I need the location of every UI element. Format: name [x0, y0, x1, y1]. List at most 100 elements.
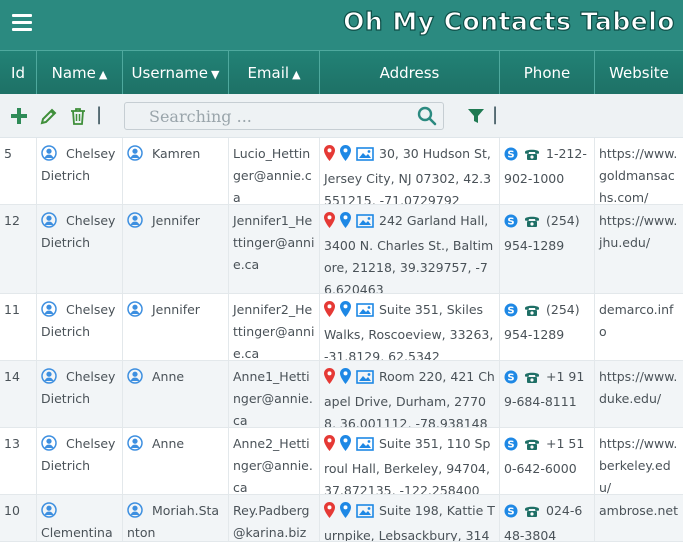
user-icon — [41, 502, 57, 518]
column-header-username[interactable]: Username ▼ — [123, 51, 229, 95]
sort-ascending-icon[interactable]: ▲ — [99, 68, 107, 81]
skype-icon[interactable]: S — [504, 302, 518, 324]
toolbar-separator: | — [96, 104, 103, 125]
table-row[interactable]: 5 Chelsey Dietrich Kamren Lucio_Hettinge… — [0, 138, 683, 205]
skype-icon[interactable]: S — [504, 369, 518, 391]
cell-website[interactable]: demarco.info — [595, 294, 683, 360]
cell-email: Jennifer1_Hettinger@annie.ca — [229, 205, 320, 293]
cell-name: Chelsey Dietrich — [37, 361, 123, 427]
map-marker-blue-icon[interactable] — [340, 435, 351, 458]
column-label: Id — [11, 64, 25, 82]
map-marker-blue-icon[interactable] — [340, 145, 351, 168]
image-icon[interactable] — [356, 146, 374, 168]
phone-icon[interactable] — [524, 369, 540, 391]
table-row[interactable]: 12 Chelsey Dietrich Jennifer Jennifer1_H… — [0, 205, 683, 294]
sort-descending-icon[interactable]: ▼ — [211, 68, 219, 81]
table-row[interactable]: 11 Chelsey Dietrich Jennifer Jennifer2_H… — [0, 294, 683, 361]
edit-icon[interactable] — [39, 106, 59, 126]
sort-ascending-icon[interactable]: ▲ — [292, 68, 300, 81]
cell-website[interactable]: https://www.goldmansachs.com/ — [595, 138, 683, 204]
username-text: Jennifer — [152, 213, 200, 228]
map-marker-blue-icon[interactable] — [340, 212, 351, 235]
map-marker-red-icon[interactable] — [324, 212, 335, 235]
username-text: Anne — [152, 369, 185, 384]
map-marker-red-icon[interactable] — [324, 301, 335, 324]
search-input[interactable] — [125, 103, 405, 129]
skype-icon[interactable]: S — [504, 146, 518, 168]
column-header-email[interactable]: Email ▲ — [229, 51, 320, 95]
name-text: Clementina DuBuque — [41, 525, 113, 540]
cell-username: Kamren — [123, 138, 229, 204]
map-marker-blue-icon[interactable] — [340, 502, 351, 525]
map-marker-blue-icon[interactable] — [340, 368, 351, 391]
svg-text:S: S — [507, 507, 514, 518]
cell-website[interactable]: https://www.jhu.edu/ — [595, 205, 683, 293]
add-icon[interactable] — [9, 106, 29, 126]
user-icon — [41, 368, 57, 384]
filter-icon[interactable] — [466, 106, 486, 126]
user-icon — [127, 368, 143, 384]
cell-name: Clementina DuBuque — [37, 495, 123, 541]
map-marker-red-icon[interactable] — [324, 435, 335, 458]
image-icon[interactable] — [356, 436, 374, 458]
cell-address: Suite 351, 110 Sproul Hall, Berkeley, 94… — [320, 428, 500, 494]
search-box[interactable] — [124, 102, 444, 130]
user-icon — [41, 145, 57, 161]
cell-website[interactable]: ambrose.net — [595, 495, 683, 541]
map-marker-blue-icon[interactable] — [340, 301, 351, 324]
column-header-address[interactable]: Address — [320, 51, 500, 95]
phone-icon[interactable] — [524, 436, 540, 458]
user-icon — [41, 435, 57, 451]
search-icon[interactable] — [417, 106, 437, 126]
table-row[interactable]: 14 Chelsey Dietrich Anne Anne1_Hettinger… — [0, 361, 683, 428]
user-icon — [127, 502, 143, 518]
cell-phone: S (254) 954-1289 — [500, 294, 595, 360]
cell-phone: S 1-212-902-1000 — [500, 138, 595, 204]
phone-icon[interactable] — [524, 503, 540, 525]
skype-icon[interactable]: S — [504, 503, 518, 525]
skype-icon[interactable]: S — [504, 213, 518, 235]
svg-text:S: S — [507, 440, 514, 451]
column-label: Email — [247, 64, 290, 82]
menu-icon[interactable] — [12, 14, 32, 32]
column-header-id[interactable]: Id — [0, 51, 37, 95]
column-header-website[interactable]: Website — [595, 51, 683, 95]
cell-website[interactable]: https://www.berkeley.edu/ — [595, 428, 683, 494]
map-marker-red-icon[interactable] — [324, 368, 335, 391]
map-marker-red-icon[interactable] — [324, 502, 335, 525]
table-row[interactable]: 10 Clementina DuBuque Moriah.Stanton Rey… — [0, 495, 683, 542]
table-toolbar: | | — [0, 94, 683, 138]
cell-address: 242 Garland Hall, 3400 N. Charles St., B… — [320, 205, 500, 293]
cell-id: 5 — [0, 138, 37, 204]
column-header-phone[interactable]: Phone — [500, 51, 595, 95]
cell-username: Anne — [123, 428, 229, 494]
image-icon[interactable] — [356, 302, 374, 324]
cell-phone: S +1 510-642-6000 — [500, 428, 595, 494]
user-icon — [127, 145, 143, 161]
phone-icon[interactable] — [524, 146, 540, 168]
map-marker-red-icon[interactable] — [324, 145, 335, 168]
app-title: Oh My Contacts Tabelo — [342, 6, 675, 36]
svg-text:S: S — [507, 217, 514, 228]
image-icon[interactable] — [356, 503, 374, 525]
column-label: Name — [51, 64, 96, 82]
cell-phone: S 024-648-3804 — [500, 495, 595, 541]
cell-website[interactable]: https://www.duke.edu/ — [595, 361, 683, 427]
cell-address: Suite 198, Kattie Turnpike, Lebsackbury,… — [320, 495, 500, 541]
delete-icon[interactable] — [68, 106, 88, 126]
cell-name: Chelsey Dietrich — [37, 428, 123, 494]
column-label: Username — [131, 64, 208, 82]
phone-icon[interactable] — [524, 213, 540, 235]
toolbar-separator: | — [492, 104, 499, 125]
skype-icon[interactable]: S — [504, 436, 518, 458]
username-text: Kamren — [152, 146, 201, 161]
cell-email: Anne1_Hettinger@annie.ca — [229, 361, 320, 427]
image-icon[interactable] — [356, 213, 374, 235]
cell-name: Chelsey Dietrich — [37, 205, 123, 293]
image-icon[interactable] — [356, 369, 374, 391]
table-row[interactable]: 13 Chelsey Dietrich Anne Anne2_Hettinger… — [0, 428, 683, 495]
column-label: Address — [379, 64, 440, 82]
cell-name: Chelsey Dietrich — [37, 294, 123, 360]
phone-icon[interactable] — [524, 302, 540, 324]
column-header-name[interactable]: Name ▲ — [37, 51, 123, 95]
